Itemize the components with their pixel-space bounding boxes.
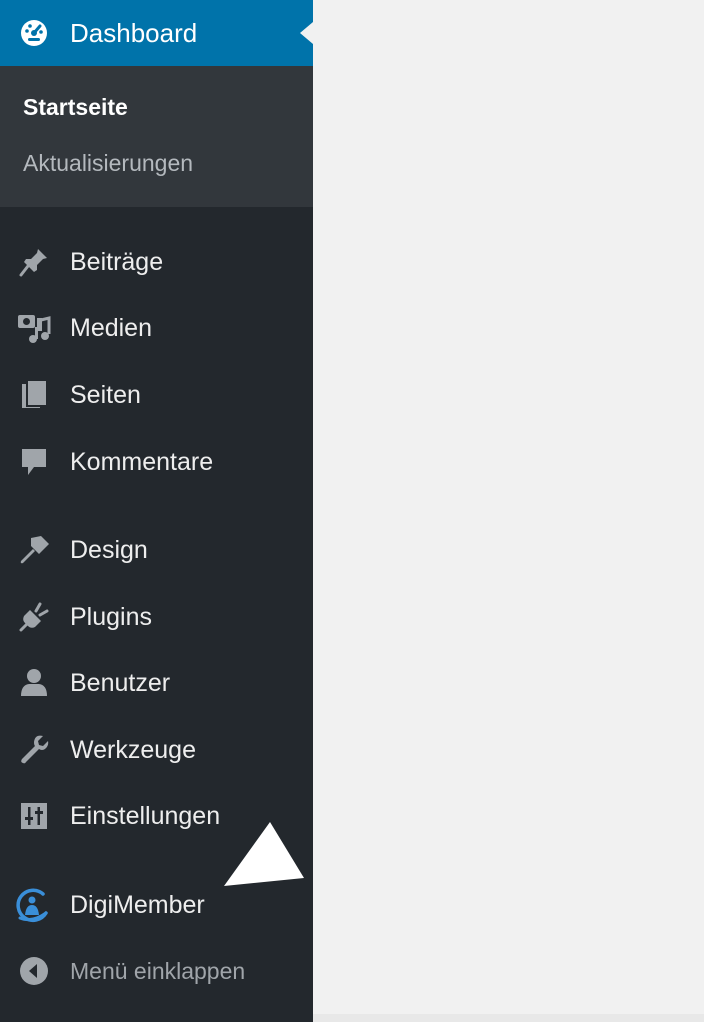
dashboard-gauge-icon	[17, 16, 51, 50]
comment-bubble-icon	[17, 445, 51, 479]
pushpin-icon	[17, 245, 51, 279]
menu-item-label: Kommentare	[70, 447, 214, 476]
menu-item-label: Benutzer	[70, 668, 171, 697]
menu-item-dashboard[interactable]: Dashboard	[0, 0, 313, 66]
menu-item-label: Beiträge	[70, 247, 164, 276]
plug-icon	[17, 600, 51, 634]
digimember-logo-icon	[12, 885, 52, 925]
menu-item-digimember[interactable]: DigiMember	[0, 883, 313, 927]
wrench-icon	[17, 733, 51, 767]
menu-item-label: Plugins	[70, 602, 152, 631]
pages-icon	[17, 378, 51, 412]
submenu-item-aktualisierungen[interactable]: Aktualisierungen	[23, 150, 193, 177]
menu-item-label: Einstellungen	[70, 801, 221, 830]
menu-item-kommentare[interactable]: Kommentare	[0, 442, 313, 482]
media-icon	[17, 311, 51, 345]
menu-item-label: Dashboard	[70, 17, 198, 48]
menu-item-plugins[interactable]: Plugins	[0, 597, 313, 637]
dashboard-submenu: Startseite Aktualisierungen	[0, 66, 313, 207]
submenu-item-startseite[interactable]: Startseite	[23, 94, 128, 121]
annotation-arrow-icon	[224, 822, 304, 886]
paintbrush-icon	[17, 533, 51, 567]
content-bottom-strip	[313, 1014, 704, 1022]
settings-sliders-icon	[17, 799, 51, 833]
collapse-menu-label: Menü einklappen	[70, 957, 246, 984]
collapse-menu-button[interactable]: Menü einklappen	[0, 951, 313, 991]
current-menu-arrow	[300, 22, 313, 44]
menu-item-werkzeuge[interactable]: Werkzeuge	[0, 730, 313, 770]
menu-item-benutzer[interactable]: Benutzer	[0, 663, 313, 703]
user-icon	[17, 666, 51, 700]
menu-item-label: Seiten	[70, 380, 141, 409]
admin-sidebar: Dashboard Startseite Aktualisierungen Be…	[0, 0, 313, 1022]
menu-item-seiten[interactable]: Seiten	[0, 375, 313, 415]
menu-item-label: Werkzeuge	[70, 735, 196, 764]
menu-item-design[interactable]: Design	[0, 530, 313, 570]
menu-item-medien[interactable]: Medien	[0, 308, 313, 348]
menu-item-label: Medien	[70, 313, 152, 342]
menu-item-label: DigiMember	[70, 890, 205, 919]
menu-item-label: Design	[70, 535, 148, 564]
menu-item-beitraege[interactable]: Beiträge	[0, 242, 313, 282]
collapse-arrow-icon	[17, 954, 51, 988]
